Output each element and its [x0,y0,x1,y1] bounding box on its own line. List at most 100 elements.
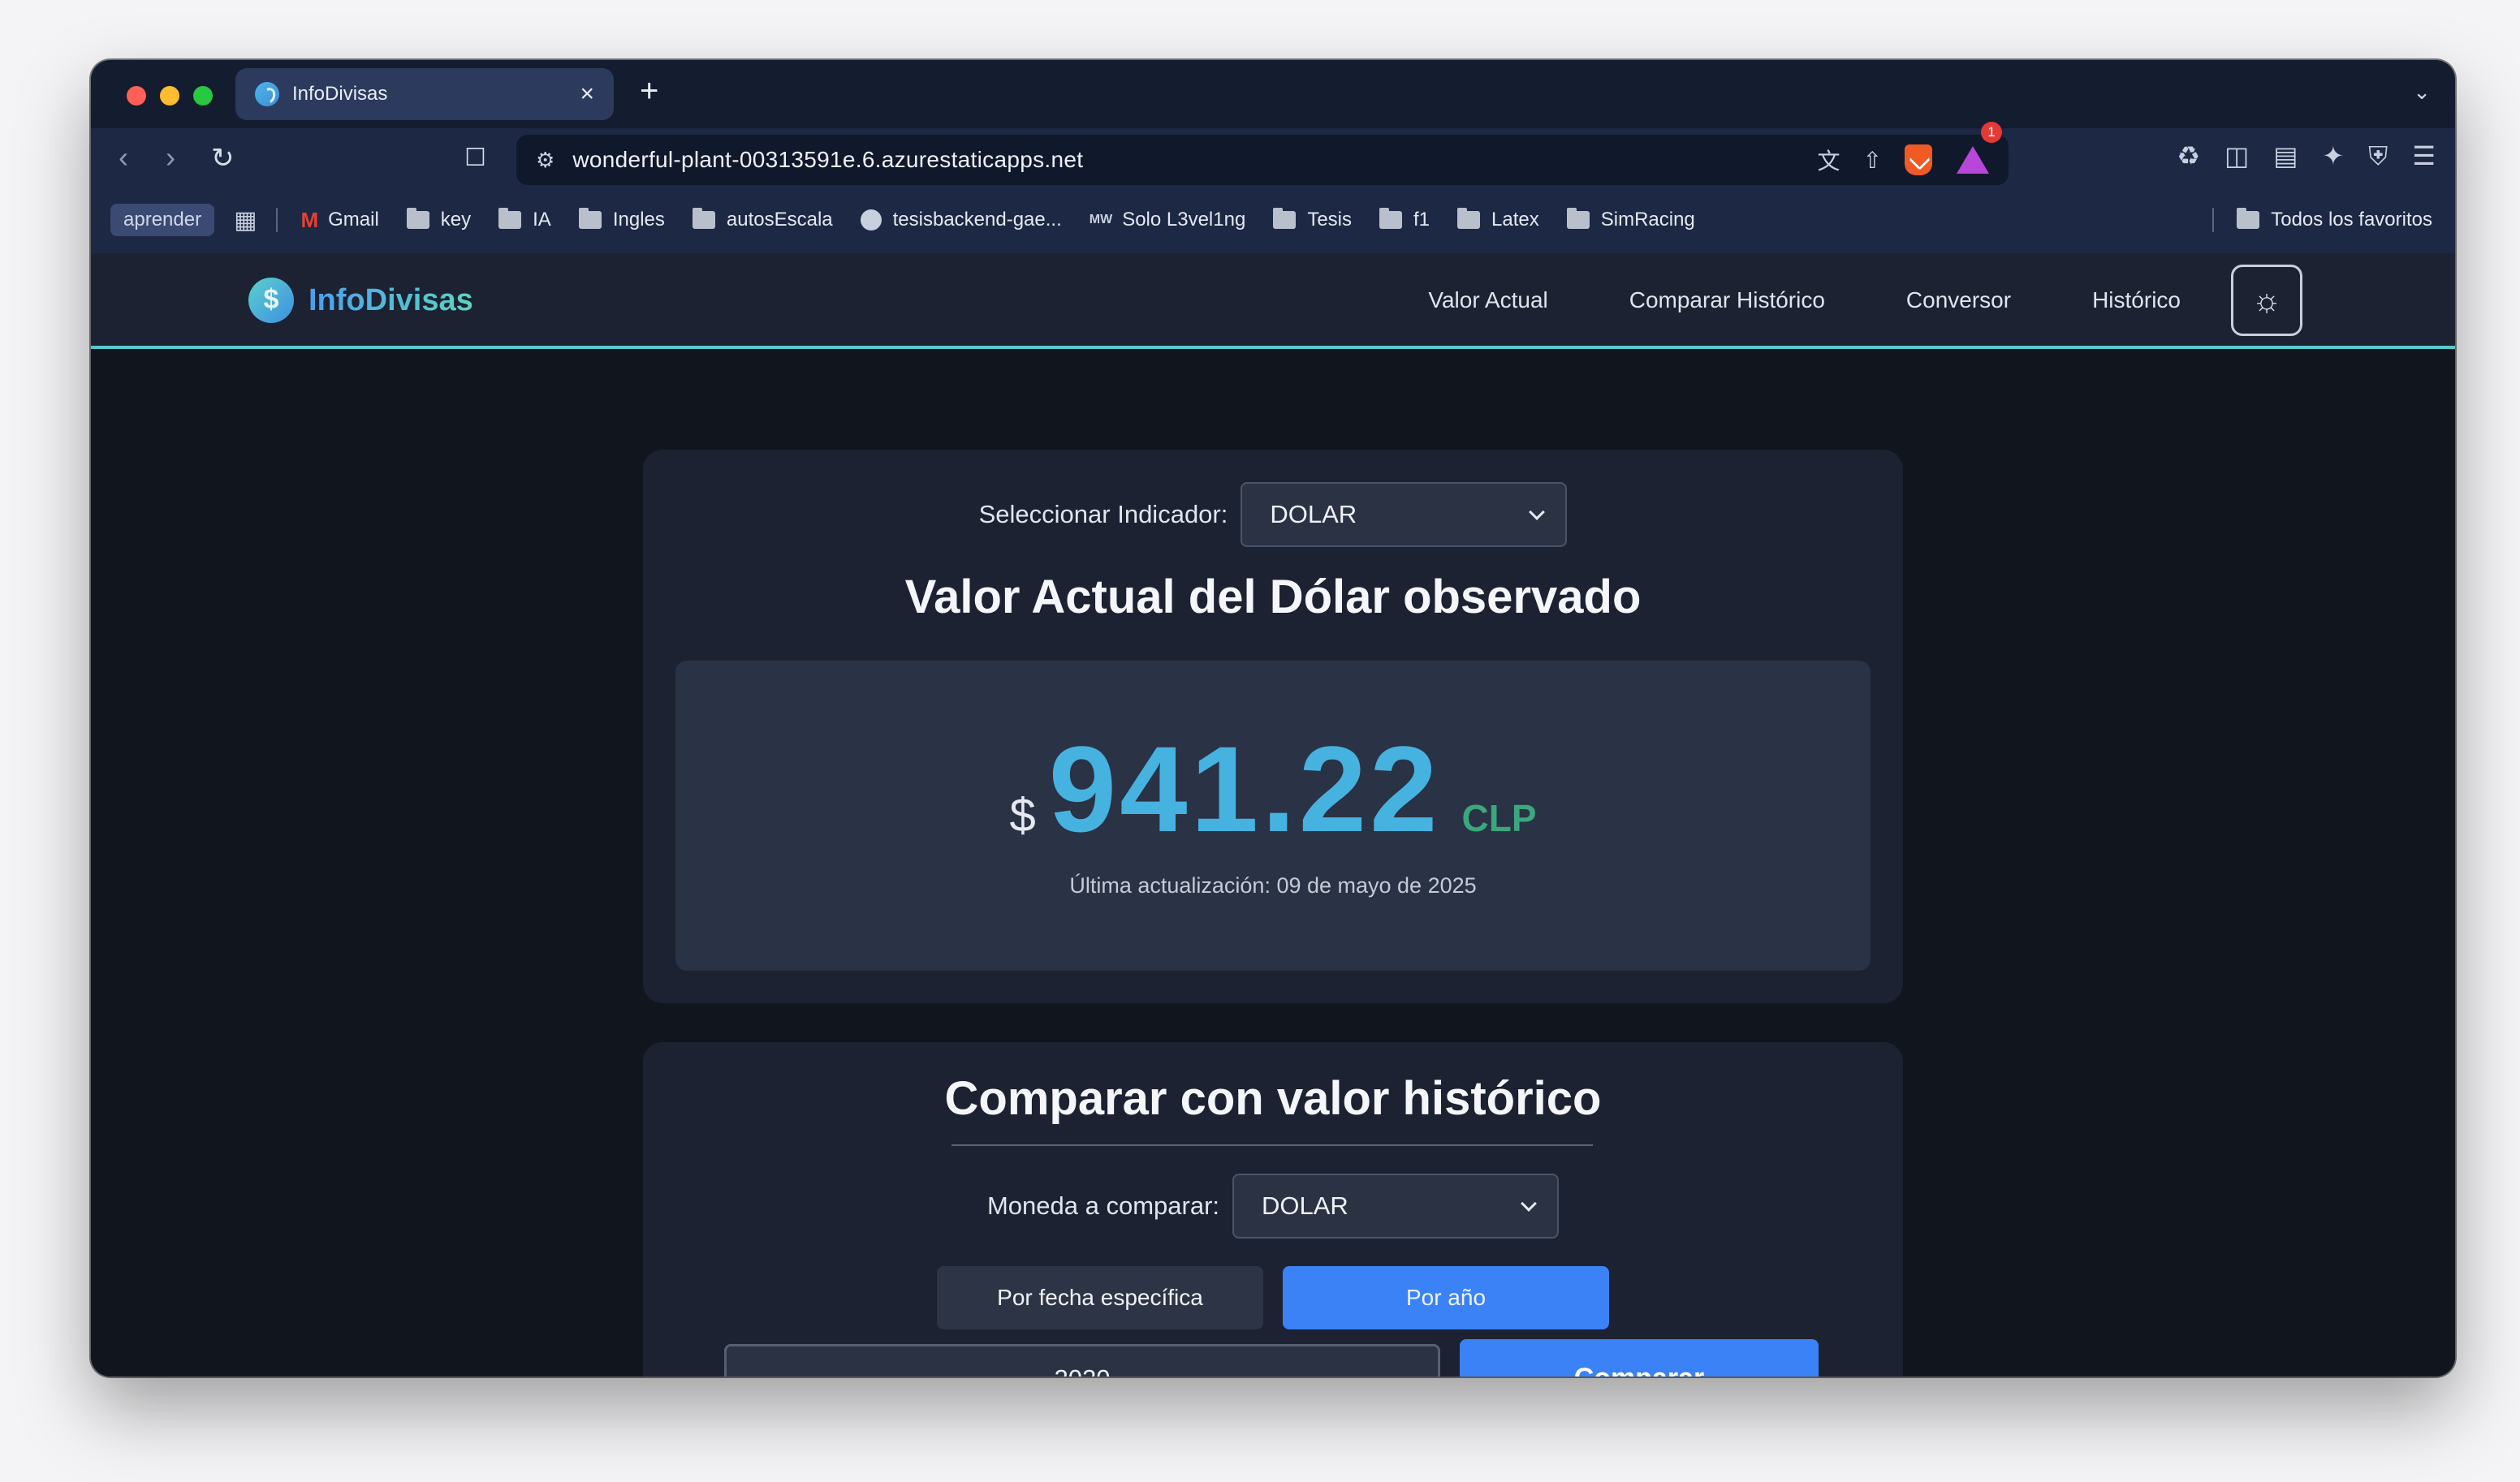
browser-tab[interactable]: InfoDivisas × [235,68,614,120]
bookmark-label: key [440,209,472,230]
bookmark-separator [276,208,278,232]
current-value-card: Seleccionar Indicador: DOLAR Valor Actua… [643,450,1903,1003]
last-updated: Última actualización: 09 de mayo de 2025 [1069,873,1477,898]
extensions-icon[interactable]: ♻ [2177,143,2200,169]
current-value-title: Valor Actual del Dólar observado [904,571,1642,623]
site-favicon-icon [255,82,279,106]
new-tab-button[interactable]: + [640,75,658,107]
reload-icon[interactable]: ↻ [211,144,235,172]
app-nav-links: Valor Actual Comparar Histórico Converso… [1428,265,2302,336]
mode-specific-date-button[interactable]: Por fecha específica [937,1266,1263,1329]
bookmark-label: Latex [1491,209,1539,230]
mw-icon: MW [1089,213,1113,226]
folder-icon [498,208,522,229]
bookmark-ingles[interactable]: Ingles [578,208,665,231]
bookmark-label: Todos los favoritos [2271,209,2432,230]
indicator-select-label: Seleccionar Indicador: [978,500,1228,528]
currency-select[interactable]: DOLAR [1232,1174,1560,1239]
current-value: 941.22 [1048,721,1441,857]
gmail-icon: M [300,207,319,232]
bookmark-key[interactable]: key [406,208,472,231]
folder-icon [1273,208,1297,229]
bookmark-label: IA [533,209,551,230]
window-controls [127,86,213,106]
nav-historico[interactable]: Histórico [2092,287,2181,313]
bookmark-gmail[interactable]: M Gmail [300,208,378,233]
folder-icon [578,208,602,229]
site-settings-icon[interactable]: ⚙ [536,148,554,173]
url-text[interactable]: wonderful-plant-00313591e.6.azurestatica… [572,147,1794,173]
theme-toggle-button[interactable]: ☼ [2231,265,2302,336]
indicator-select-row: Seleccionar Indicador: DOLAR [643,482,1903,547]
currency-symbol: $ [1009,789,1036,842]
compare-title: Comparar con valor histórico [944,1072,1602,1125]
brave-rewards-icon[interactable]: 1 [1957,122,2002,174]
apps-grid-icon[interactable]: ▦ [234,206,257,235]
address-bar[interactable]: ⚙ wonderful-plant-00313591e.6.azurestati… [516,122,2009,185]
vpn-icon[interactable]: ⛨ [2368,143,2388,169]
bookmark-label: Tesis [1307,209,1352,230]
dollar-logo-icon: $ [248,278,294,323]
bookmark-icon[interactable]: ☐ [464,146,486,170]
bookmark-solo-leveling[interactable]: MW Solo L3vel1ng [1090,209,1246,231]
sidebar-icon[interactable]: ◫ [2224,143,2249,169]
year-input-row: Comparar [724,1339,1819,1376]
brave-shields-icon[interactable] [1905,144,1932,175]
currency-select-value: DOLAR [1262,1191,1348,1220]
translate-icon[interactable]: 文 [1818,144,1840,176]
folder-icon [1379,208,1402,229]
year-input[interactable] [724,1344,1440,1376]
value-row: $ 941.22 CLP [675,719,1871,859]
indicator-select[interactable]: DOLAR [1241,482,1568,547]
nav-valor-actual[interactable]: Valor Actual [1428,287,1547,313]
mode-year-button[interactable]: Por año [1283,1266,1609,1329]
zoom-window-button[interactable] [193,86,213,106]
bookmark-label: autosEscala [726,209,833,230]
bookmark-autosescala[interactable]: autosEscala [692,208,833,231]
back-icon[interactable]: ‹ [119,143,128,172]
value-unit: CLP [1461,797,1537,839]
leo-ai-icon[interactable]: ✦ [2322,143,2344,169]
sun-icon: ☼ [2251,282,2282,318]
share-icon[interactable]: ⇧ [1863,147,1882,174]
indicator-select-value: DOLAR [1270,500,1357,528]
nav-comparar-historico[interactable]: Comparar Histórico [1629,287,1825,313]
currency-select-label: Moneda a comparar: [986,1191,1220,1220]
nav-conversor[interactable]: Conversor [1906,287,2011,313]
tab-list-chevron-icon[interactable]: ⌄ [2413,80,2431,105]
compare-button[interactable]: Comparar [1460,1339,1819,1376]
folder-icon [1457,208,1481,229]
toolbar-right: ♻ ◫ ▤ ✦ ⛨ ☰ [2177,143,2436,169]
browser-window: InfoDivisas × + ⌄ ‹ › ↻ ☐ ⚙ wonderful-pl… [91,60,2455,1376]
brand-name: InfoDivisas [309,282,473,317]
bookmark-aprender[interactable]: aprender [110,204,215,236]
brand[interactable]: $ InfoDivisas [248,278,473,323]
page-content: $ InfoDivisas Valor Actual Comparar Hist… [91,253,2455,1376]
folder-icon [2237,208,2260,229]
bookmark-separator [2212,208,2215,232]
bookmark-label: SimRacing [1600,209,1695,230]
bookmark-label: Ingles [612,209,665,230]
menu-icon[interactable]: ☰ [2412,143,2436,169]
bookmark-tesisbackend[interactable]: tesisbackend-gae... [860,209,1062,231]
bookmark-f1[interactable]: f1 [1379,208,1430,231]
bookmark-latex[interactable]: Latex [1457,208,1539,231]
bookmark-all-favorites[interactable]: Todos los favoritos [2212,208,2432,232]
compare-card: Comparar con valor histórico Moneda a co… [643,1042,1903,1376]
wallet-icon[interactable]: ▤ [2273,143,2298,169]
close-window-button[interactable] [127,86,146,106]
tab-close-icon[interactable]: × [580,82,594,106]
bookmark-tesis[interactable]: Tesis [1273,208,1352,231]
forward-icon[interactable]: › [166,143,175,172]
folder-icon [1566,208,1590,229]
bookmark-label: tesisbackend-gae... [892,209,1062,230]
bookmarks-bar: aprender ▦ M Gmail key IA Ingles autosEsc… [91,187,2455,253]
tab-title: InfoDivisas [292,83,388,105]
title-divider [951,1144,1593,1146]
bookmark-simracing[interactable]: SimRacing [1566,208,1695,231]
bookmark-ia[interactable]: IA [498,208,551,231]
toolbar: ‹ › ↻ ☐ ⚙ wonderful-plant-00313591e.6.az… [91,122,2455,187]
value-display: $ 941.22 CLP Última actualización: 09 de… [675,661,1871,971]
minimize-window-button[interactable] [160,86,179,106]
bookmark-label: Solo L3vel1ng [1122,209,1246,230]
